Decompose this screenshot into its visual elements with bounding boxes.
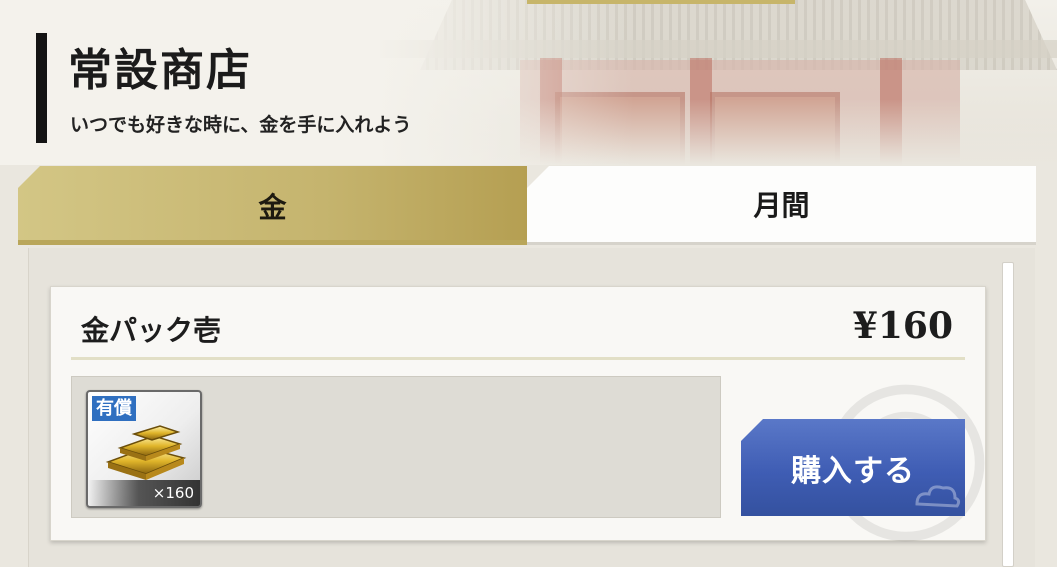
- page-subtitle: いつでも好きな時に、金を手に入れよう: [70, 114, 412, 136]
- product-price: ¥160: [852, 305, 953, 347]
- tab-monthly-label: 月間: [753, 189, 810, 222]
- product-name: 金パック壱: [81, 314, 222, 347]
- tab-gold-label: 金: [258, 190, 287, 224]
- cloud-ornament-icon: [915, 485, 961, 508]
- buy-button[interactable]: 購入する: [741, 419, 965, 516]
- scrollbar[interactable]: [1002, 262, 1014, 567]
- paid-badge: 有償: [92, 396, 136, 421]
- gold-bars-icon: [105, 425, 187, 480]
- product-contents: 有償 ×160: [71, 376, 721, 518]
- item-slot[interactable]: 有償 ×160: [86, 390, 202, 508]
- product-card: 金パック壱 ¥160 有償 ×160 購入する: [50, 286, 986, 542]
- tab-monthly[interactable]: 月間: [527, 166, 1036, 245]
- item-quantity: ×160: [88, 480, 200, 506]
- divider: [71, 357, 965, 360]
- buy-button-label: 購入する: [791, 453, 915, 489]
- title-accent-bar: [36, 33, 47, 143]
- top-tab-indicator: [527, 0, 795, 4]
- tab-gold[interactable]: 金: [18, 166, 527, 245]
- page-title: 常設商店: [68, 45, 252, 96]
